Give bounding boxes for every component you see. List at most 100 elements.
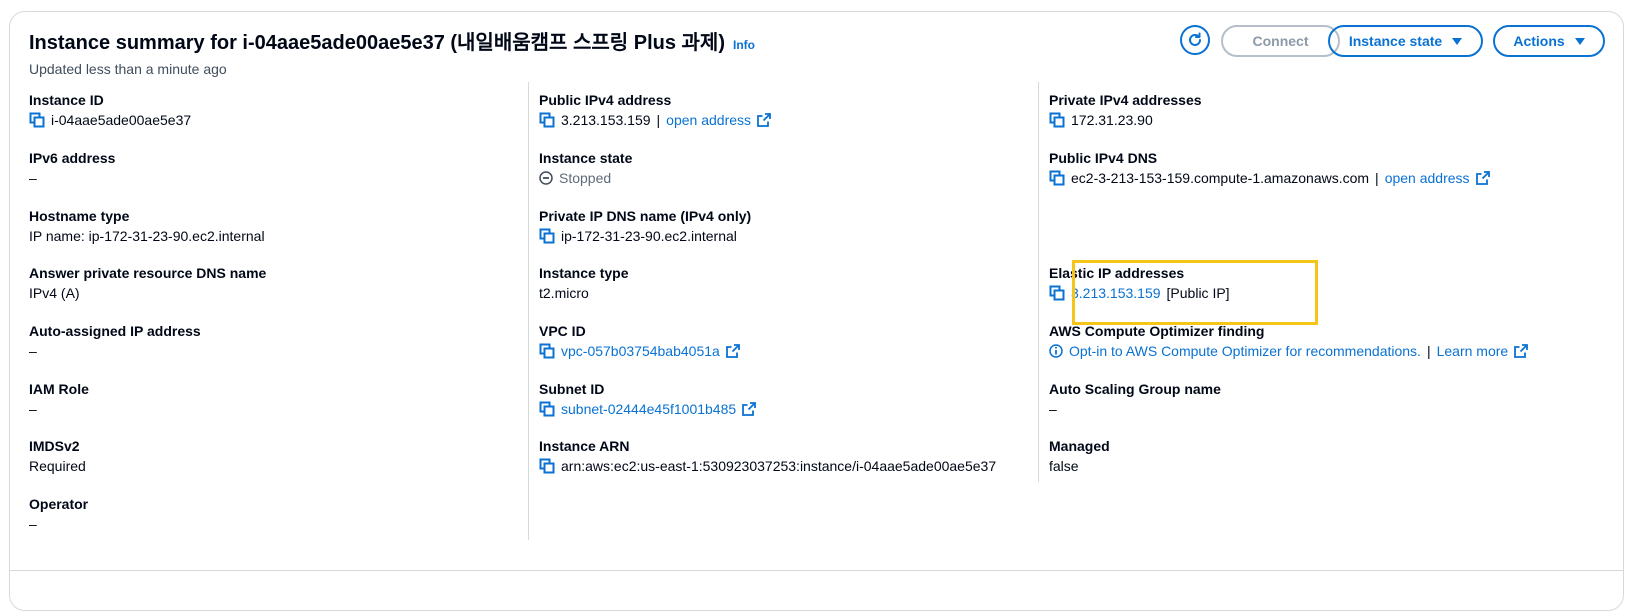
caret-down-icon <box>1452 37 1463 45</box>
field-value: Required <box>29 458 86 474</box>
imdsv2-field: IMDSv2 Required <box>29 437 86 475</box>
field-label: Elastic IP addresses <box>1049 265 1185 281</box>
field-label: Instance ID <box>29 92 104 108</box>
field-value: – <box>29 170 37 186</box>
field-label: Public IPv4 address <box>539 92 672 108</box>
open-address-link[interactable]: open address <box>666 111 751 129</box>
page-title: Instance summary for i-04aae5ade00ae5e37… <box>29 26 755 55</box>
copy-icon[interactable] <box>1049 285 1065 301</box>
separator: | <box>1426 343 1431 359</box>
field-label: Public IPv4 DNS <box>1049 150 1158 166</box>
separator: | <box>656 112 661 128</box>
field-label: AWS Compute Optimizer finding <box>1049 323 1265 339</box>
info-icon <box>1049 344 1063 358</box>
refresh-button[interactable] <box>1180 25 1210 55</box>
auto-ip-field: Auto-assigned IP address – <box>29 322 201 360</box>
copy-icon[interactable] <box>539 458 555 474</box>
instance-arn-value: arn:aws:ec2:us-east-1:530923037253:insta… <box>561 458 997 474</box>
connect-button[interactable]: Connect <box>1221 25 1340 57</box>
column-divider <box>528 82 529 540</box>
instance-id-value: i-04aae5ade00ae5e37 <box>51 112 192 128</box>
vpc-id-link[interactable]: vpc-057b03754bab4051a <box>561 342 720 360</box>
field-label: Instance type <box>539 265 629 281</box>
external-link-icon <box>757 113 771 127</box>
field-value: t2.micro <box>539 285 589 301</box>
field-label: Auto Scaling Group name <box>1049 381 1221 397</box>
copy-icon[interactable] <box>29 112 45 128</box>
card-divider <box>9 570 1624 571</box>
field-value: – <box>29 401 37 417</box>
open-address-link[interactable]: open address <box>1385 169 1470 187</box>
caret-down-icon <box>1574 37 1585 45</box>
refresh-icon <box>1189 32 1201 46</box>
asg-field: Auto Scaling Group name – <box>1049 380 1221 418</box>
actions-button[interactable]: Actions <box>1493 25 1605 57</box>
operator-field: Operator – <box>29 495 88 533</box>
copy-icon[interactable] <box>539 343 555 359</box>
optimizer-field: AWS Compute Optimizer finding Opt-in to … <box>1049 322 1529 360</box>
copy-icon[interactable] <box>539 112 555 128</box>
field-value: – <box>29 343 37 359</box>
field-label: Private IPv4 addresses <box>1049 92 1202 108</box>
field-label: IAM Role <box>29 381 89 397</box>
external-link-icon <box>1514 344 1529 358</box>
field-label: Instance state <box>539 150 633 166</box>
updated-status: Updated less than a minute ago <box>29 61 227 77</box>
connect-label: Connect <box>1252 33 1309 49</box>
public-ipv4-value: 3.213.153.159 <box>561 112 651 128</box>
info-link[interactable]: Info <box>733 38 755 52</box>
actions-label: Actions <box>1513 33 1565 49</box>
managed-field: Managed false <box>1049 437 1110 475</box>
public-dns-value: ec2-3-213-153-159.compute-1.amazonaws.co… <box>1071 170 1370 186</box>
field-label: VPC ID <box>539 323 586 339</box>
learn-more-link[interactable]: Learn more <box>1437 342 1509 360</box>
instance-state-label: Instance state <box>1348 33 1443 49</box>
column-divider <box>1038 82 1039 482</box>
field-value: IP name: ip-172-31-23-90.ec2.internal <box>29 228 265 244</box>
field-value: – <box>1049 401 1057 417</box>
answer-dns-field: Answer private resource DNS name IPv4 (A… <box>29 264 266 302</box>
copy-icon[interactable] <box>1049 170 1065 186</box>
instance-type-field: Instance type t2.micro <box>539 264 628 302</box>
instance-state-value: Stopped <box>559 170 612 186</box>
field-label: Auto-assigned IP address <box>29 323 201 339</box>
field-label: Managed <box>1049 438 1110 454</box>
field-label: IMDSv2 <box>29 438 80 454</box>
private-dns-field: Private IP DNS name (IPv4 only) ip-172-3… <box>539 207 751 245</box>
copy-icon[interactable] <box>539 401 555 417</box>
elastic-ip-link[interactable]: 3.213.153.159 <box>1071 284 1161 302</box>
field-label: IPv6 address <box>29 150 116 166</box>
elastic-ip-suffix: [Public IP] <box>1166 285 1230 301</box>
subnet-id-link[interactable]: subnet-02444e45f1001b485 <box>561 400 736 418</box>
public-ipv4-field: Public IPv4 address 3.213.153.159 | open… <box>539 91 771 129</box>
field-label: Instance ARN <box>539 438 630 454</box>
copy-icon[interactable] <box>539 228 555 244</box>
private-ipv4-field: Private IPv4 addresses 172.31.23.90 <box>1049 91 1202 129</box>
field-label: Subnet ID <box>539 381 605 397</box>
field-label: Private IP DNS name (IPv4 only) <box>539 208 752 224</box>
external-link-icon <box>1475 171 1490 185</box>
instance-state-field: Instance state Stopped <box>539 149 632 187</box>
subnet-id-field: Subnet ID subnet-02444e45f1001b485 <box>539 380 757 418</box>
title-text: Instance summary for i-04aae5ade00ae5e37… <box>29 32 725 54</box>
hostname-type-field: Hostname type IP name: ip-172-31-23-90.e… <box>29 207 265 245</box>
instance-summary-card <box>9 11 1624 611</box>
field-label: Operator <box>29 496 89 512</box>
ipv6-field: IPv6 address – <box>29 149 115 187</box>
field-value: false <box>1049 458 1079 474</box>
field-value: – <box>29 516 37 532</box>
stopped-icon <box>539 171 553 185</box>
separator: | <box>1375 170 1379 186</box>
iam-role-field: IAM Role – <box>29 380 89 418</box>
private-dns-value: ip-172-31-23-90.ec2.internal <box>561 228 737 244</box>
field-label: Answer private resource DNS name <box>29 265 267 281</box>
copy-icon[interactable] <box>1049 112 1065 128</box>
vpc-id-field: VPC ID vpc-057b03754bab4051a <box>539 322 740 360</box>
instance-state-button[interactable]: Instance state <box>1328 25 1483 57</box>
elastic-ip-field: Elastic IP addresses 3.213.153.159 [Publ… <box>1049 264 1230 302</box>
external-link-icon <box>742 402 757 416</box>
private-ipv4-value: 172.31.23.90 <box>1071 112 1153 128</box>
instance-id-field: Instance ID i-04aae5ade00ae5e37 <box>29 91 191 129</box>
optimizer-opt-in-link[interactable]: Opt-in to AWS Compute Optimizer for reco… <box>1069 342 1421 360</box>
field-label: Hostname type <box>29 208 130 224</box>
